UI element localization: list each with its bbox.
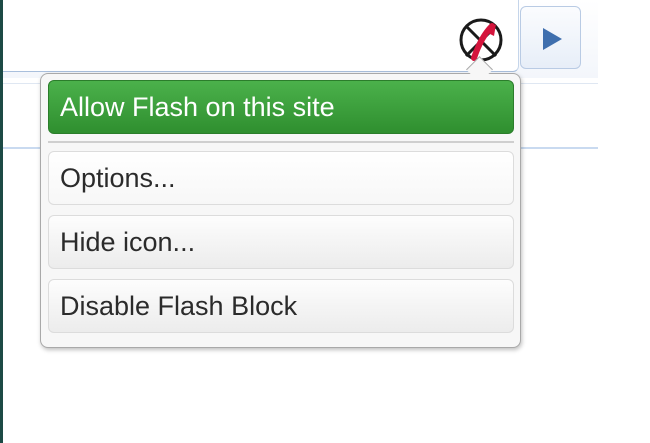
options-label: Options... bbox=[60, 163, 176, 193]
page-margin bbox=[598, 0, 650, 443]
address-bar[interactable] bbox=[3, 0, 519, 72]
browser-window: Allow Flash on this site Options... Hide… bbox=[0, 0, 650, 443]
options-button[interactable]: Options... bbox=[48, 151, 514, 205]
disable-flash-block-button[interactable]: Disable Flash Block bbox=[48, 279, 514, 333]
hide-icon-label: Hide icon... bbox=[60, 227, 196, 257]
go-button[interactable] bbox=[520, 6, 581, 69]
play-arrow-icon bbox=[543, 28, 562, 50]
disable-flash-block-label: Disable Flash Block bbox=[60, 291, 298, 321]
allow-flash-button[interactable]: Allow Flash on this site bbox=[48, 80, 514, 134]
allow-flash-label: Allow Flash on this site bbox=[60, 92, 335, 122]
hide-icon-button[interactable]: Hide icon... bbox=[48, 215, 514, 269]
menu-divider bbox=[48, 141, 514, 143]
